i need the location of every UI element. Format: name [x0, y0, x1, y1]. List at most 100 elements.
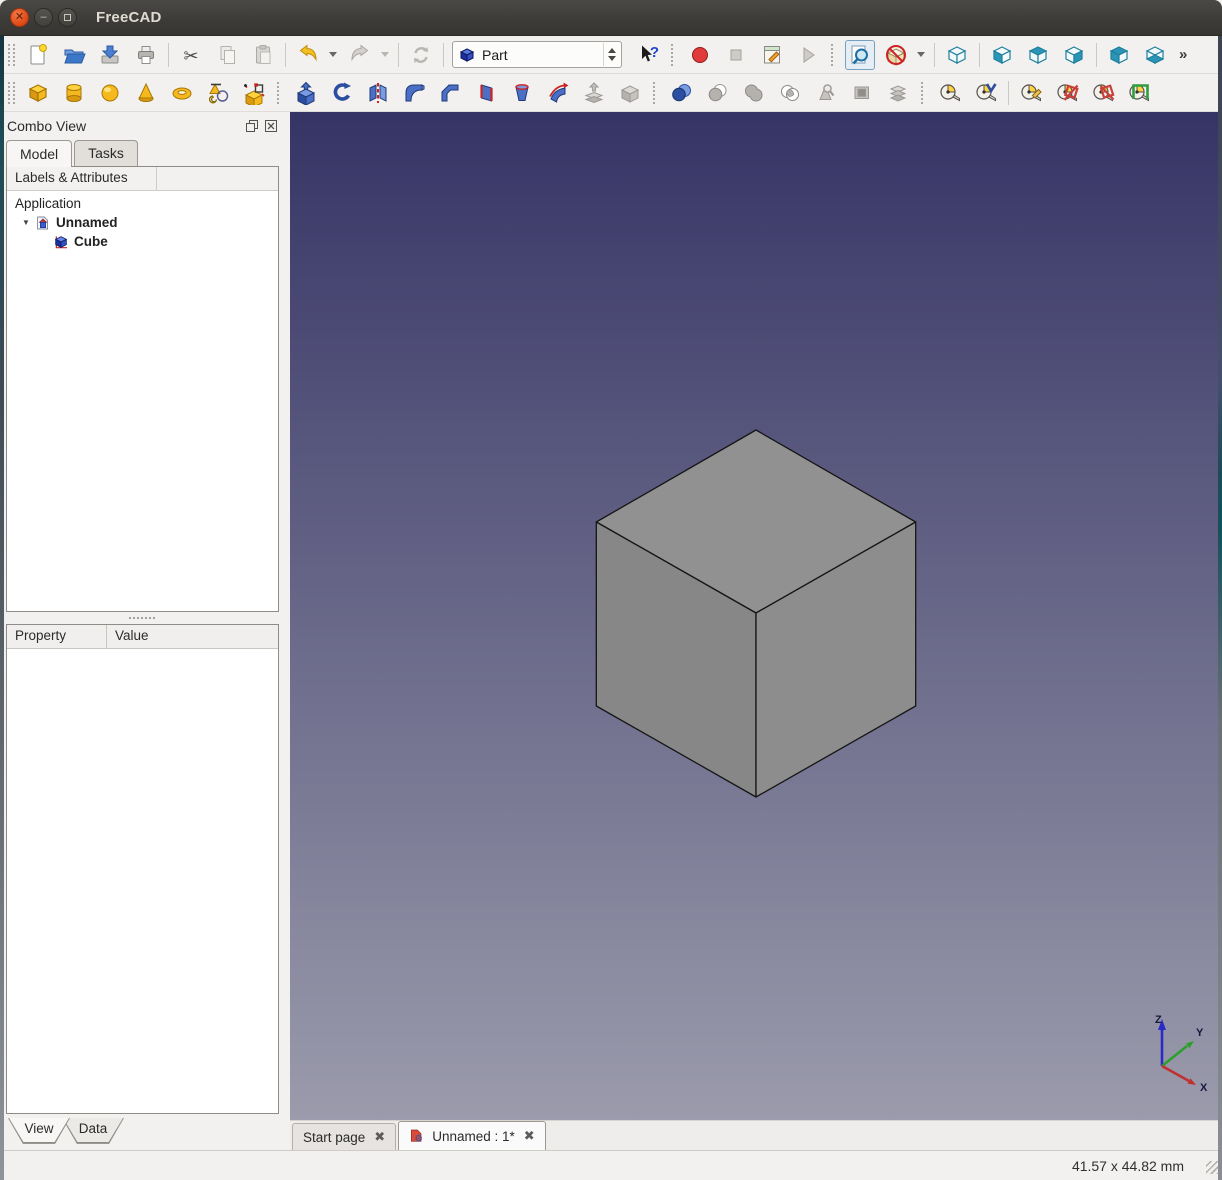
measure-toggle-all-button[interactable] [1088, 78, 1118, 108]
toolbar-drag-handle[interactable] [671, 43, 677, 66]
boolean-union-button[interactable] [739, 78, 769, 108]
combo-view-tabs: Model Tasks [0, 138, 284, 167]
new-document-button[interactable] [23, 40, 53, 70]
tab-close-icon[interactable]: ✖ [524, 1128, 535, 1144]
view-axonometric-button[interactable] [942, 40, 972, 70]
ruled-surface-button[interactable] [471, 78, 501, 108]
toolbar-drag-handle[interactable] [831, 43, 837, 66]
open-document-button[interactable] [59, 40, 89, 70]
revolve-button[interactable] [327, 78, 357, 108]
main-area: Combo View Model Tasks Labels & Attribute… [0, 112, 1222, 1150]
toolbar-overflow[interactable]: » [1179, 46, 1187, 63]
toolbar-drag-handle[interactable] [653, 81, 659, 104]
tree-expander-icon[interactable]: ▼ [19, 218, 33, 227]
macro-stop-button[interactable] [721, 40, 751, 70]
macro-play-button[interactable] [793, 40, 823, 70]
toolbar-drag-handle[interactable] [8, 43, 15, 66]
tree-item-unnamed[interactable]: ▼ Unnamed [7, 213, 278, 232]
measure-refresh-button[interactable] [1016, 78, 1046, 108]
fit-all-button[interactable] [845, 39, 875, 70]
view-front-button[interactable] [987, 40, 1017, 70]
svg-text:?: ? [650, 44, 659, 61]
view-rear-button[interactable] [1104, 40, 1134, 70]
document-tab-start[interactable]: Start page ✖ [292, 1123, 397, 1150]
extrude-button[interactable] [291, 78, 321, 108]
measure-clear-all-button[interactable] [1052, 78, 1082, 108]
tab-close-icon[interactable]: ✖ [374, 1129, 385, 1145]
copy-button[interactable] [212, 40, 242, 70]
panel-float-button[interactable] [244, 119, 259, 134]
thickness-button[interactable] [615, 78, 645, 108]
3d-viewport[interactable]: Z Y X [290, 112, 1222, 1120]
tab-tasks[interactable]: Tasks [74, 140, 138, 166]
workbench-selector[interactable]: Part [452, 41, 622, 68]
boolean-cut-button[interactable] [703, 78, 733, 108]
loft-button[interactable] [507, 78, 537, 108]
section-button[interactable] [847, 78, 877, 108]
check-geometry-button[interactable] [811, 78, 841, 108]
view-left-button[interactable] [1140, 40, 1170, 70]
document-tab-unnamed[interactable]: ⚙ Unnamed : 1* ✖ [398, 1121, 546, 1150]
window-maximize-button[interactable] [58, 8, 77, 27]
document-icon [35, 215, 51, 231]
whats-this-button[interactable]: ? [633, 40, 663, 70]
boolean-intersection-button[interactable] [775, 78, 805, 108]
titlebar[interactable]: ✕ – FreeCAD [0, 0, 1222, 36]
redo-button[interactable] [345, 40, 375, 70]
window-close-button[interactable]: ✕ [10, 8, 29, 27]
view-top-button[interactable] [1023, 40, 1053, 70]
macro-edit-button[interactable] [757, 40, 787, 70]
sweep-button[interactable] [543, 78, 573, 108]
cross-sections-button[interactable] [883, 78, 913, 108]
part-box-button[interactable] [23, 78, 53, 108]
mirror-icon [366, 81, 390, 105]
paste-button[interactable] [248, 40, 278, 70]
paste-icon [251, 43, 275, 67]
svg-text:✂: ✂ [183, 46, 198, 66]
panel-splitter[interactable] [0, 612, 284, 624]
window-minimize-button[interactable]: – [34, 8, 53, 27]
save-document-button[interactable] [95, 40, 125, 70]
measure-linear-button[interactable] [935, 78, 965, 108]
shape-builder-button[interactable] [239, 78, 269, 108]
part-sphere-button[interactable] [95, 78, 125, 108]
part-cylinder-button[interactable] [59, 78, 89, 108]
tab-view[interactable]: View [8, 1118, 70, 1144]
workbench-spinner[interactable] [603, 43, 619, 66]
draw-style-options-caret[interactable] [914, 41, 928, 69]
macro-record-button[interactable] [685, 40, 715, 70]
boolean-button[interactable] [667, 78, 697, 108]
part-primitives-button[interactable] [203, 78, 233, 108]
redo-history-caret[interactable] [378, 41, 392, 69]
draw-style-button[interactable] [881, 40, 911, 70]
part-primitives-icon [206, 81, 230, 105]
cut-button[interactable]: ✂ [176, 40, 206, 70]
refresh-button[interactable] [406, 40, 436, 70]
property-column-header[interactable]: Property [7, 625, 107, 648]
tab-model[interactable]: Model [6, 140, 73, 167]
chamfer-button[interactable] [435, 78, 465, 108]
part-cone-button[interactable] [131, 78, 161, 108]
fillet-button[interactable] [399, 78, 429, 108]
tree-item-cube[interactable]: Cube [7, 232, 278, 251]
print-button[interactable] [131, 40, 161, 70]
undo-button[interactable] [293, 40, 323, 70]
cube-object[interactable] [595, 429, 917, 798]
offset-button[interactable] [579, 78, 609, 108]
value-column-header[interactable]: Value [107, 625, 278, 648]
part-torus-button[interactable] [167, 78, 197, 108]
toolbar-drag-handle[interactable] [277, 81, 283, 104]
tree-rows: Application ▼ Unnamed Cube [7, 191, 278, 251]
panel-close-button[interactable] [263, 119, 278, 134]
toolbar-drag-handle[interactable] [921, 81, 927, 104]
view-right-button[interactable] [1059, 40, 1089, 70]
freecad-document-icon: ⚙ [409, 1128, 425, 1144]
toolbar-drag-handle[interactable] [8, 81, 15, 104]
measure-angular-button[interactable] [971, 78, 1001, 108]
undo-history-caret[interactable] [326, 41, 340, 69]
mirror-button[interactable] [363, 78, 393, 108]
measure-toggle-3d-button[interactable] [1124, 78, 1154, 108]
tree-item-application[interactable]: Application [7, 194, 278, 213]
tab-data[interactable]: Data [62, 1118, 124, 1144]
tree-header[interactable]: Labels & Attributes [7, 167, 278, 191]
